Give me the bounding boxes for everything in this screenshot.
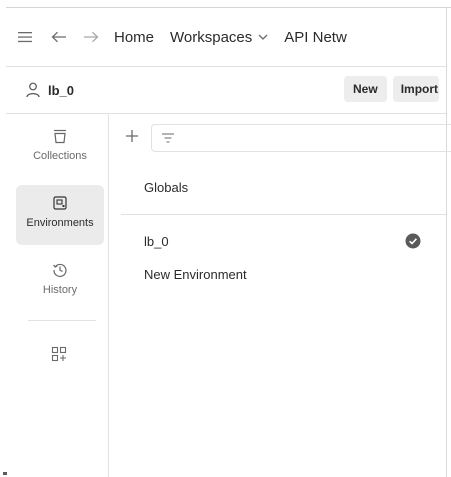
history-icon [52, 262, 68, 278]
arrow-right-icon [83, 31, 99, 43]
app-window: Home Workspaces API Netw lb_0 New Import… [0, 0, 451, 477]
environment-name: New Environment [144, 266, 247, 282]
sidebar-item-environments[interactable]: Environments [16, 185, 104, 245]
plus-icon [125, 129, 139, 143]
sidebar-item-label: Collections [33, 150, 87, 162]
environment-name: lb_0 [144, 233, 169, 249]
window-right-edge [446, 7, 447, 477]
sidebar-item-collections[interactable]: Collections [16, 118, 104, 178]
chevron-down-icon [258, 34, 268, 40]
workspace-bar: lb_0 New Import [6, 66, 446, 114]
sidebar-divider [28, 320, 96, 321]
environment-item[interactable]: New Environment [109, 261, 446, 287]
workspace-name[interactable]: lb_0 [48, 83, 74, 98]
filter-icon [161, 132, 175, 144]
nav-home-label: Home [114, 28, 155, 46]
nav-workspaces[interactable]: Workspaces [162, 21, 276, 53]
environment-item[interactable]: lb_0 [109, 228, 446, 254]
nav-workspaces-label: Workspaces [170, 28, 253, 46]
nav-home[interactable]: Home [106, 21, 162, 53]
import-button[interactable]: Import [392, 76, 439, 102]
filter-input[interactable] [151, 124, 451, 152]
user-icon [26, 82, 40, 98]
top-header: Home Workspaces API Netw [6, 8, 446, 66]
new-button[interactable]: New [344, 76, 387, 102]
configure-sidebar-icon[interactable] [51, 346, 67, 362]
arrow-left-icon [51, 31, 67, 43]
environments-panel: Globals lb_0 New Environment [109, 113, 451, 477]
check-circle-icon[interactable] [405, 233, 421, 249]
globals-item[interactable]: Globals [109, 173, 446, 201]
globals-divider [121, 214, 446, 215]
sidebar: Collections Environments History [6, 113, 109, 477]
menu-button[interactable] [8, 21, 42, 53]
nav-api-network[interactable]: API Netw [276, 21, 355, 53]
forward-button[interactable] [76, 21, 106, 53]
globals-label: Globals [144, 179, 189, 195]
back-button[interactable] [42, 21, 76, 53]
workspace-actions: New Import [344, 76, 439, 102]
collections-icon [52, 128, 68, 144]
menu-icon [18, 31, 32, 43]
sidebar-item-label: History [42, 284, 78, 296]
sidebar-item-history[interactable]: History [16, 252, 104, 312]
add-environment-button[interactable] [121, 125, 143, 147]
environments-icon [52, 195, 68, 211]
sidebar-item-label: Environments [26, 217, 94, 229]
nav-api-network-label: API Netw [284, 28, 347, 46]
